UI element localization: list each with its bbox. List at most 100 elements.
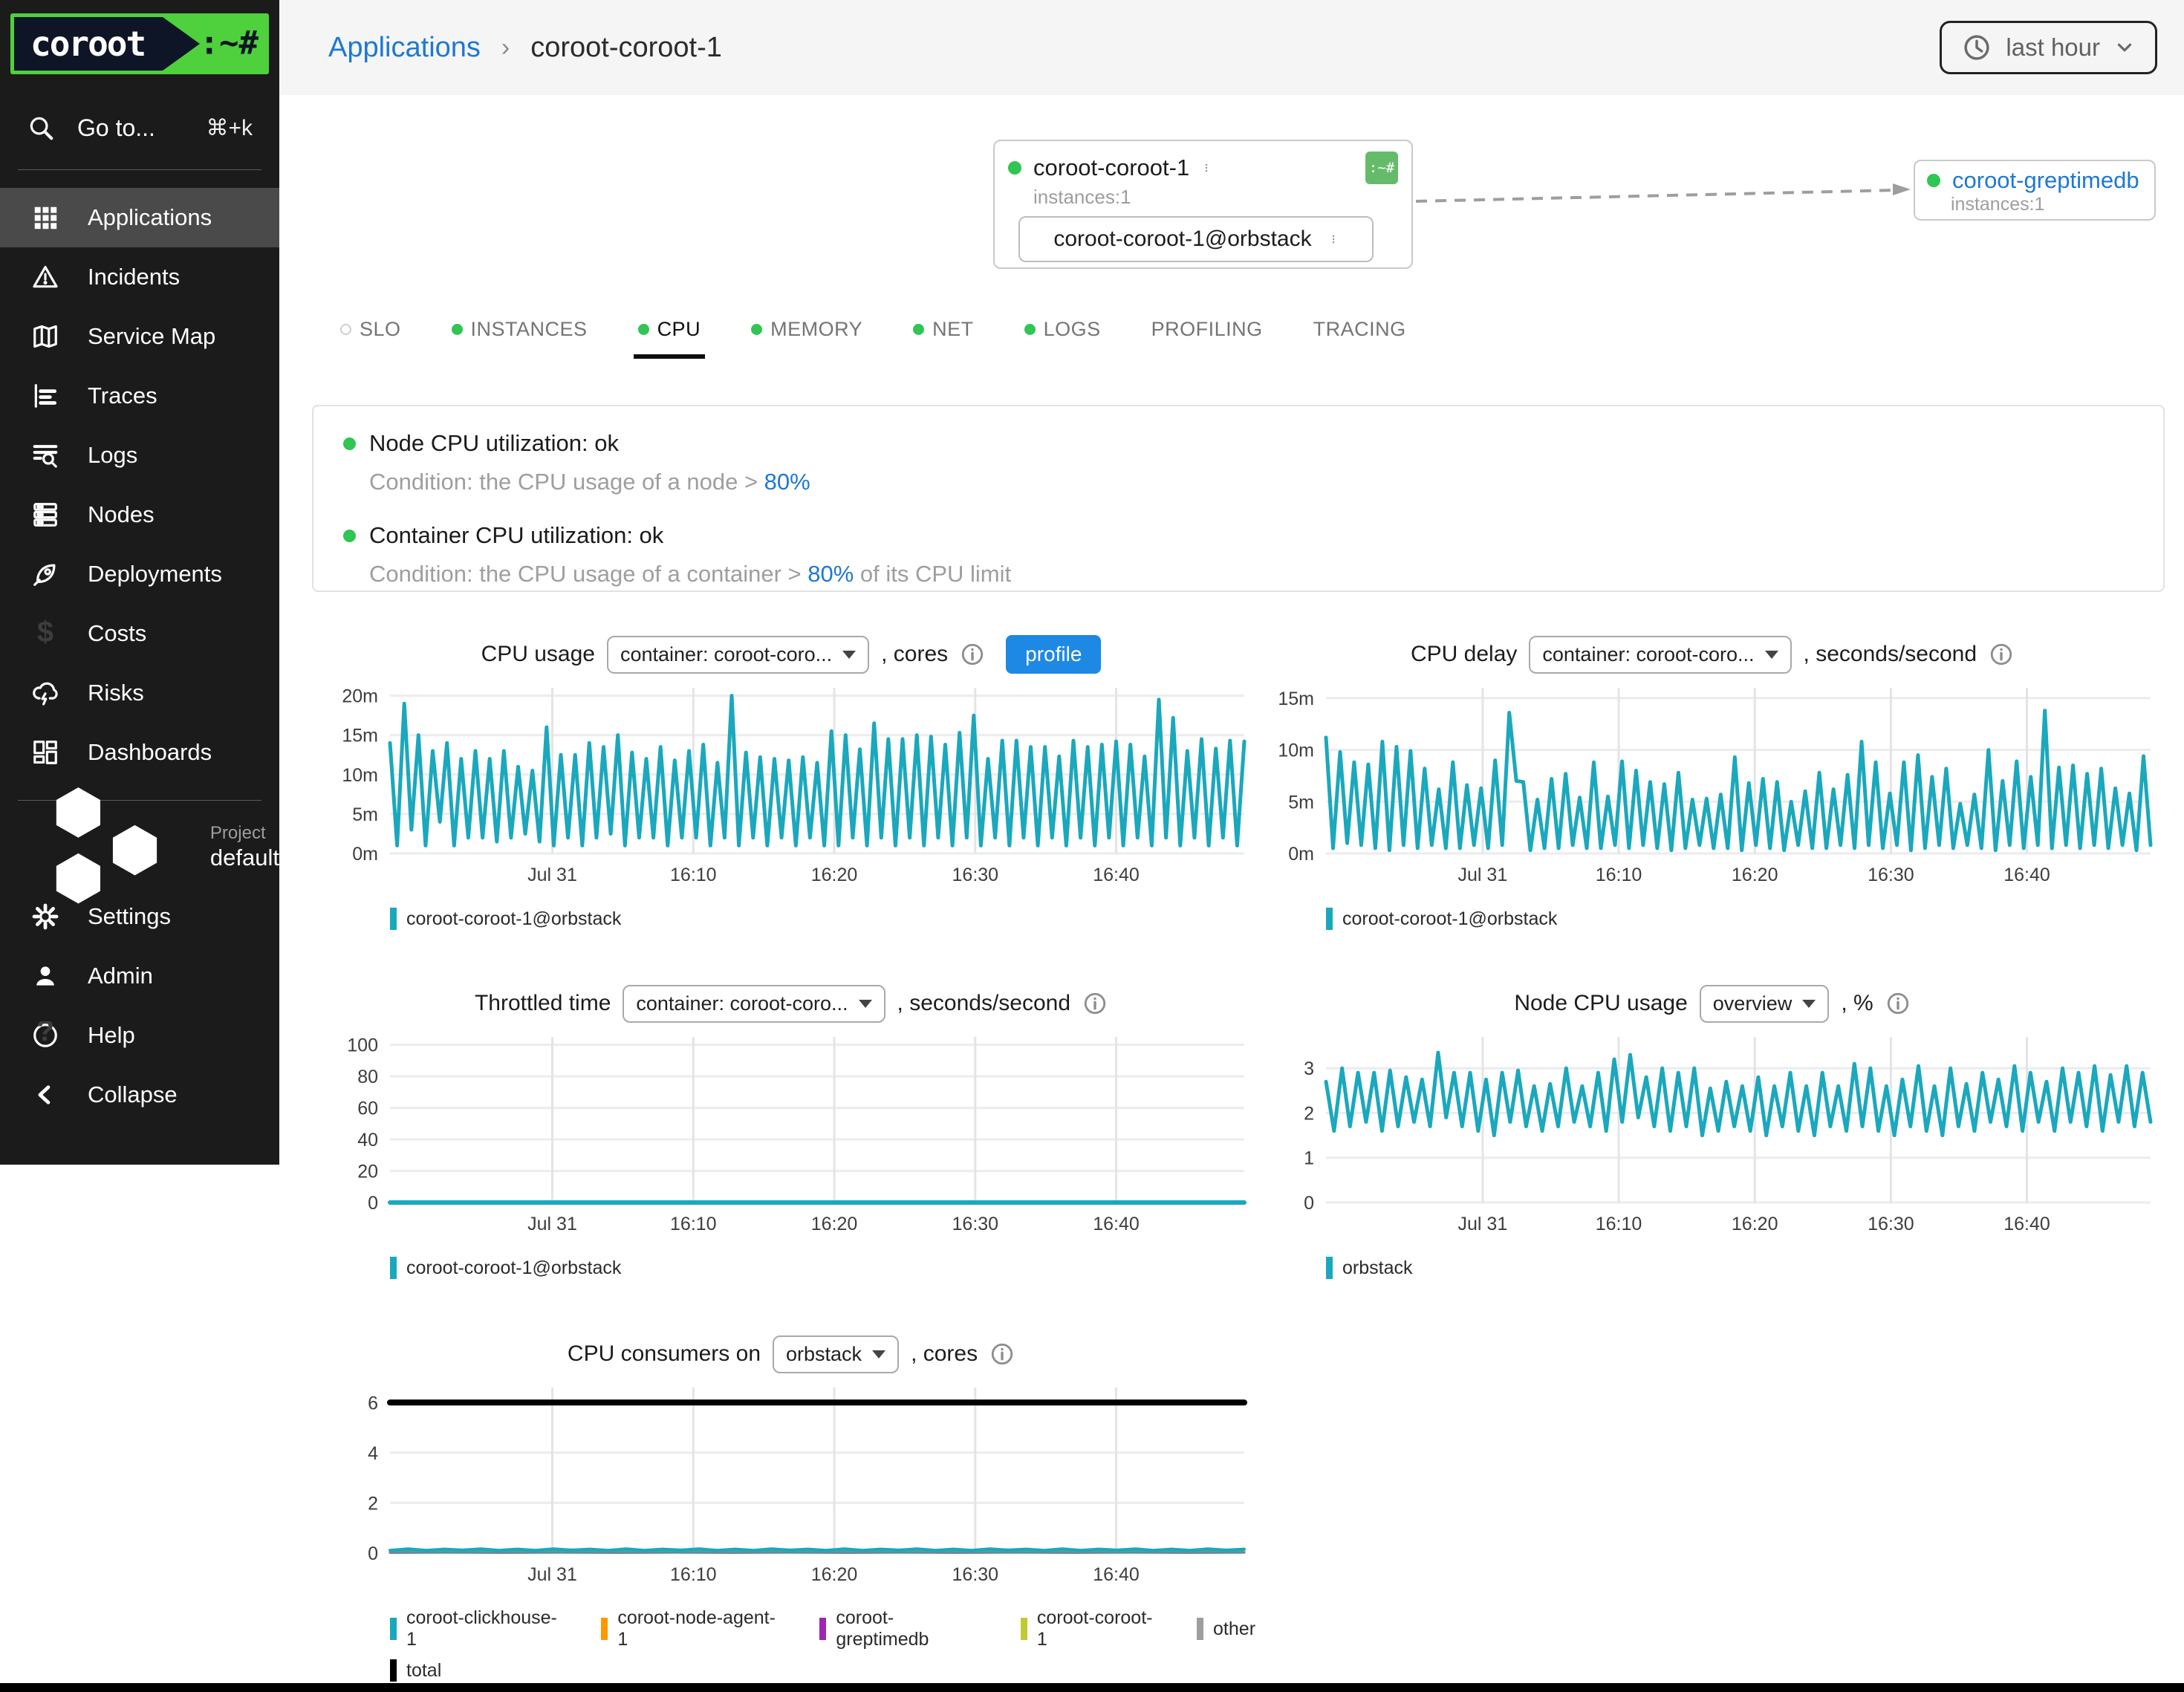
sidebar-item-label: Admin: [88, 963, 153, 989]
container-select[interactable]: container: coroot-coro...: [623, 985, 885, 1023]
sidebar-item-admin[interactable]: Admin: [0, 946, 279, 1006]
sidebar-item-label: Nodes: [88, 501, 155, 528]
tab-net[interactable]: NET: [909, 306, 978, 359]
overview-select[interactable]: overview: [1700, 985, 1830, 1023]
goto-search[interactable]: Go to... ⌘+k: [27, 104, 253, 152]
tab-memory[interactable]: MEMORY: [747, 306, 867, 359]
tab-label: LOGS: [1044, 318, 1101, 341]
upstream-name[interactable]: coroot-greptimedb: [1952, 167, 2139, 194]
threshold-link[interactable]: 80%: [764, 469, 810, 495]
chart-unit: , seconds/second: [897, 991, 1070, 1016]
info-icon[interactable]: [1885, 991, 1911, 1016]
container-select[interactable]: container: coroot-coro...: [607, 636, 869, 674]
caret-icon: [842, 651, 856, 659]
sidebar-item-label: Dashboards: [88, 739, 212, 766]
svg-text:16:30: 16:30: [952, 865, 999, 885]
legend-item[interactable]: coroot-coroot-1: [1021, 1607, 1163, 1650]
traces-icon: [31, 382, 59, 410]
sidebar-item-service-map[interactable]: Service Map: [0, 307, 279, 366]
tab-profiling[interactable]: PROFILING: [1147, 306, 1267, 359]
sidebar-item-risks[interactable]: Risks: [0, 663, 279, 723]
svg-text:16:20: 16:20: [1732, 1214, 1778, 1234]
breadcrumb-current: coroot-coroot-1: [530, 32, 722, 64]
dependency-edge: [1414, 175, 1914, 212]
tab-slo[interactable]: SLO: [336, 306, 406, 359]
svg-text:16:30: 16:30: [952, 1214, 999, 1234]
upstream-card: coroot-greptimedb instances:1: [1914, 160, 2156, 221]
chart-cpu-consumers: CPU consumers on orbstack , cores 0246Ju…: [327, 1330, 1255, 1682]
threshold-link[interactable]: 80%: [807, 561, 854, 587]
instance-pill[interactable]: coroot-coroot-1@orbstack: [1018, 216, 1374, 262]
svg-text:16:40: 16:40: [2003, 1214, 2050, 1234]
sidebar-item-incidents[interactable]: Incidents: [0, 247, 279, 307]
search-icon: [27, 114, 55, 142]
legend-item[interactable]: coroot-coroot-1@orbstack: [390, 1257, 621, 1279]
time-range-picker[interactable]: last hour: [1940, 21, 2157, 74]
chart-cpu-delay: CPU delay container: coroot-coro... , se…: [1263, 630, 2162, 930]
tab-logs[interactable]: LOGS: [1020, 306, 1105, 359]
status-dot: [1008, 161, 1021, 175]
legend-item[interactable]: coroot-greptimedb: [819, 1607, 986, 1650]
sidebar-item-help[interactable]: ?Help: [0, 1006, 279, 1065]
chart-throttled-time: Throttled time container: coroot-coro...…: [327, 979, 1255, 1279]
check-condition: Condition: the CPU usage of a container …: [369, 561, 2133, 588]
sidebar-item-nodes[interactable]: Nodes: [0, 485, 279, 544]
project-switcher[interactable]: Project default: [0, 811, 279, 882]
svg-text:15m: 15m: [1278, 689, 1314, 709]
info-icon[interactable]: [1082, 991, 1108, 1016]
sidebar-item-collapse[interactable]: Collapse: [0, 1065, 279, 1125]
rocket-icon: [31, 560, 59, 588]
svg-text:16:40: 16:40: [2003, 865, 2050, 885]
coroot-logo[interactable]: coroot :~#: [10, 13, 269, 74]
tab-label: TRACING: [1313, 318, 1406, 341]
tab-tracing[interactable]: TRACING: [1309, 306, 1411, 359]
checks-panel: Node CPU utilization: ok Condition: the …: [312, 405, 2165, 592]
profile-button[interactable]: profile: [1006, 635, 1101, 674]
container-select[interactable]: container: coroot-coro...: [1529, 636, 1791, 674]
sidebar-item-traces[interactable]: Traces: [0, 366, 279, 426]
sidebar-item-logs[interactable]: Logs: [0, 426, 279, 485]
breadcrumb-applications[interactable]: Applications: [328, 32, 481, 64]
legend-label: coroot-coroot-1@orbstack: [406, 908, 621, 930]
legend-label: coroot-coroot-1@orbstack: [406, 1257, 621, 1279]
legend-item[interactable]: coroot-node-agent-1: [601, 1607, 785, 1650]
info-icon[interactable]: [960, 642, 985, 667]
status-dot: [1927, 174, 1940, 187]
legend-item[interactable]: other: [1197, 1607, 1255, 1650]
chart-node-cpu-usage: Node CPU usage overview , % 0123Jul 3116…: [1263, 979, 2162, 1279]
svg-text:16:20: 16:20: [1732, 865, 1778, 885]
tab-label: PROFILING: [1151, 318, 1263, 341]
breadcrumb-separator: ›: [501, 33, 510, 62]
sidebar-item-costs[interactable]: $Costs: [0, 604, 279, 663]
info-icon[interactable]: [989, 1341, 1015, 1367]
sidebar: coroot :~# Go to... ⌘+k ApplicationsInci…: [0, 0, 279, 1165]
svg-text:6: 6: [368, 1393, 378, 1413]
tab-cpu[interactable]: CPU: [634, 306, 706, 359]
tab-status-dot: [913, 324, 924, 335]
tab-instances[interactable]: INSTANCES: [447, 306, 592, 359]
sidebar-item-deployments[interactable]: Deployments: [0, 544, 279, 604]
legend-item[interactable]: coroot-clickhouse-1: [390, 1607, 567, 1650]
help-icon: ?: [31, 1021, 59, 1050]
svg-text:16:10: 16:10: [670, 1564, 717, 1585]
chart-unit: , cores: [881, 642, 948, 667]
tab-status-dot: [638, 324, 649, 335]
legend-item[interactable]: coroot-coroot-1@orbstack: [390, 908, 621, 930]
sidebar-item-applications[interactable]: Applications: [0, 188, 279, 247]
chart-legend: orbstack: [1263, 1257, 2162, 1279]
tab-label: NET: [932, 318, 974, 341]
legend-item[interactable]: total: [390, 1659, 441, 1682]
project-label: Project: [210, 822, 279, 845]
kebab-menu-icon[interactable]: [1328, 226, 1339, 253]
svg-text:?: ?: [36, 1021, 54, 1047]
node-select[interactable]: orbstack: [773, 1335, 899, 1373]
info-icon[interactable]: [1989, 642, 2014, 667]
chart-unit: , %: [1841, 991, 1873, 1016]
svg-text:0: 0: [368, 1193, 378, 1214]
legend-label: coroot-clickhouse-1: [406, 1607, 567, 1650]
kebab-menu-icon[interactable]: [1201, 154, 1212, 181]
legend-item[interactable]: coroot-coroot-1@orbstack: [1326, 908, 1557, 930]
svg-text:2: 2: [368, 1493, 378, 1514]
check-status-dot: [343, 437, 356, 450]
legend-item[interactable]: orbstack: [1326, 1257, 1412, 1279]
